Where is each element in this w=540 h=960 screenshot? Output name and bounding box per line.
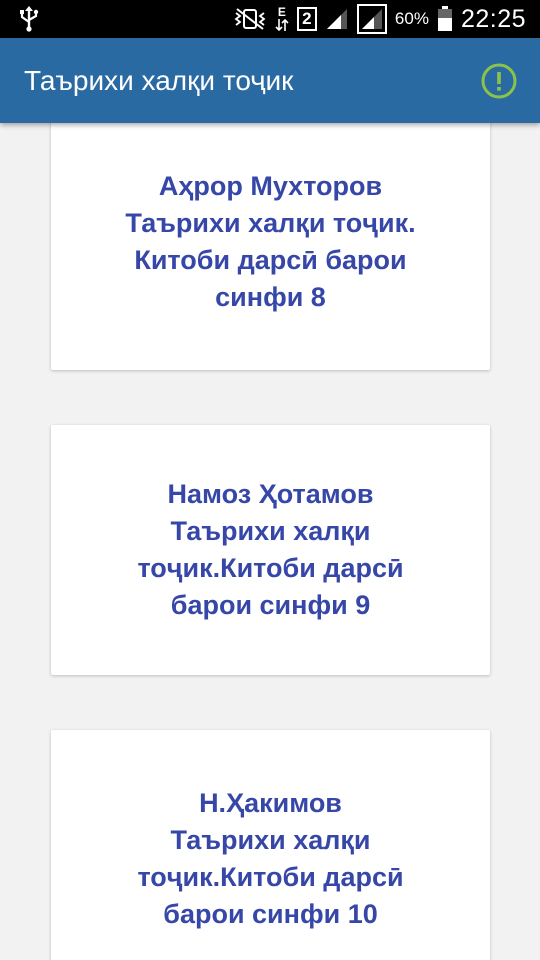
book-card-title: Н.Ҳакимов Таърихи халқи тоҷик.Китоби дар… bbox=[137, 788, 404, 929]
battery-icon bbox=[437, 6, 453, 32]
book-list[interactable]: Аҳрор Мухторов Таърихи халқи тоҷик. Кито… bbox=[0, 123, 540, 960]
app-bar: Таърихи халқи тоҷик bbox=[0, 38, 540, 123]
status-bar: E 2 60% 22:25 bbox=[0, 0, 540, 38]
sim-slot-badge: 2 bbox=[296, 7, 317, 31]
data-arrows-icon: E bbox=[275, 6, 289, 32]
app-title: Таърихи халқи тоҷик bbox=[24, 64, 294, 96]
usb-icon bbox=[18, 6, 40, 32]
signal-icon bbox=[325, 7, 349, 31]
info-button[interactable] bbox=[480, 62, 518, 100]
battery-percent: 60% bbox=[394, 9, 429, 28]
book-card[interactable]: Аҳрор Мухторов Таърихи халқи тоҷик. Кито… bbox=[51, 123, 490, 370]
book-card-title: Намоз Ҳотамов Таърихи халқи тоҷик.Китоби… bbox=[137, 479, 404, 620]
info-exclamation-icon bbox=[481, 63, 517, 98]
book-card[interactable]: Намоз Ҳотамов Таърихи халқи тоҷик.Китоби… bbox=[51, 425, 490, 675]
book-card-title: Аҳрор Мухторов Таърихи халқи тоҷик. Кито… bbox=[125, 170, 416, 312]
signal-icon-sim2 bbox=[356, 4, 387, 34]
mute-vibrate-icon bbox=[233, 7, 267, 31]
clock: 22:25 bbox=[460, 4, 526, 33]
book-card[interactable]: Н.Ҳакимов Таърихи халқи тоҷик.Китоби дар… bbox=[51, 730, 490, 960]
